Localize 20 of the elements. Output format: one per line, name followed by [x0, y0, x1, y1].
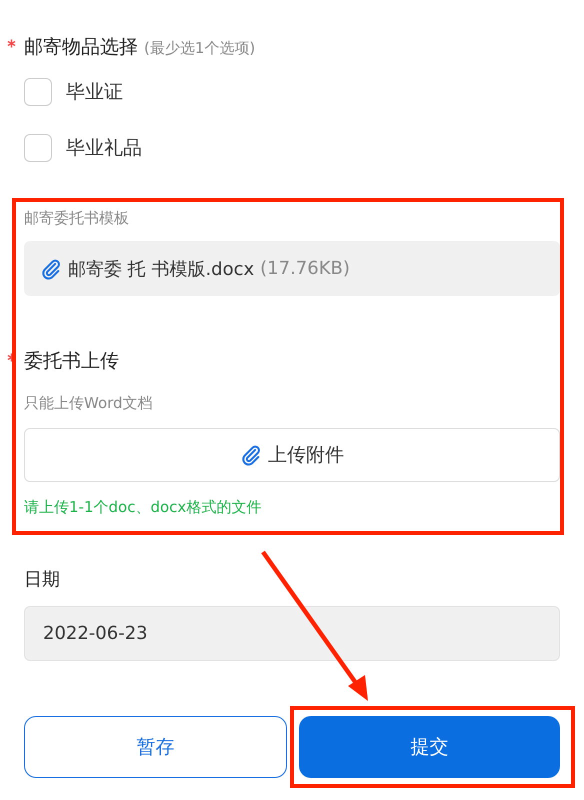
- checkbox-label[interactable]: 毕业礼品: [66, 135, 142, 161]
- checkbox[interactable]: [24, 78, 52, 106]
- field-label: 日期: [24, 568, 61, 592]
- section-label: 邮寄委托书模板: [24, 208, 130, 229]
- field-label: 邮寄物品选择: [24, 35, 138, 60]
- file-size: (17.76KB): [260, 258, 350, 279]
- checkbox-label[interactable]: 毕业证: [66, 79, 123, 105]
- file-attachment[interactable]: 邮寄委 托 书模版.docx (17.76KB): [24, 241, 560, 296]
- field-label: 委托书上传: [24, 349, 119, 374]
- checkbox[interactable]: [24, 134, 52, 162]
- upload-button[interactable]: 上传附件: [24, 428, 560, 482]
- date-field[interactable]: 2022-06-23: [24, 606, 560, 661]
- paperclip-icon: [240, 444, 262, 466]
- save-draft-button[interactable]: 暂存: [24, 716, 287, 778]
- field-hint: (最少选1个选项): [144, 39, 256, 58]
- field-hint: 只能上传Word文档: [24, 393, 154, 414]
- paperclip-icon: [40, 258, 62, 280]
- upload-note: 请上传1-1个doc、docx格式的文件: [24, 497, 262, 518]
- submit-button[interactable]: 提交: [299, 716, 560, 778]
- file-name[interactable]: 邮寄委 托 书模版.docx: [68, 256, 254, 280]
